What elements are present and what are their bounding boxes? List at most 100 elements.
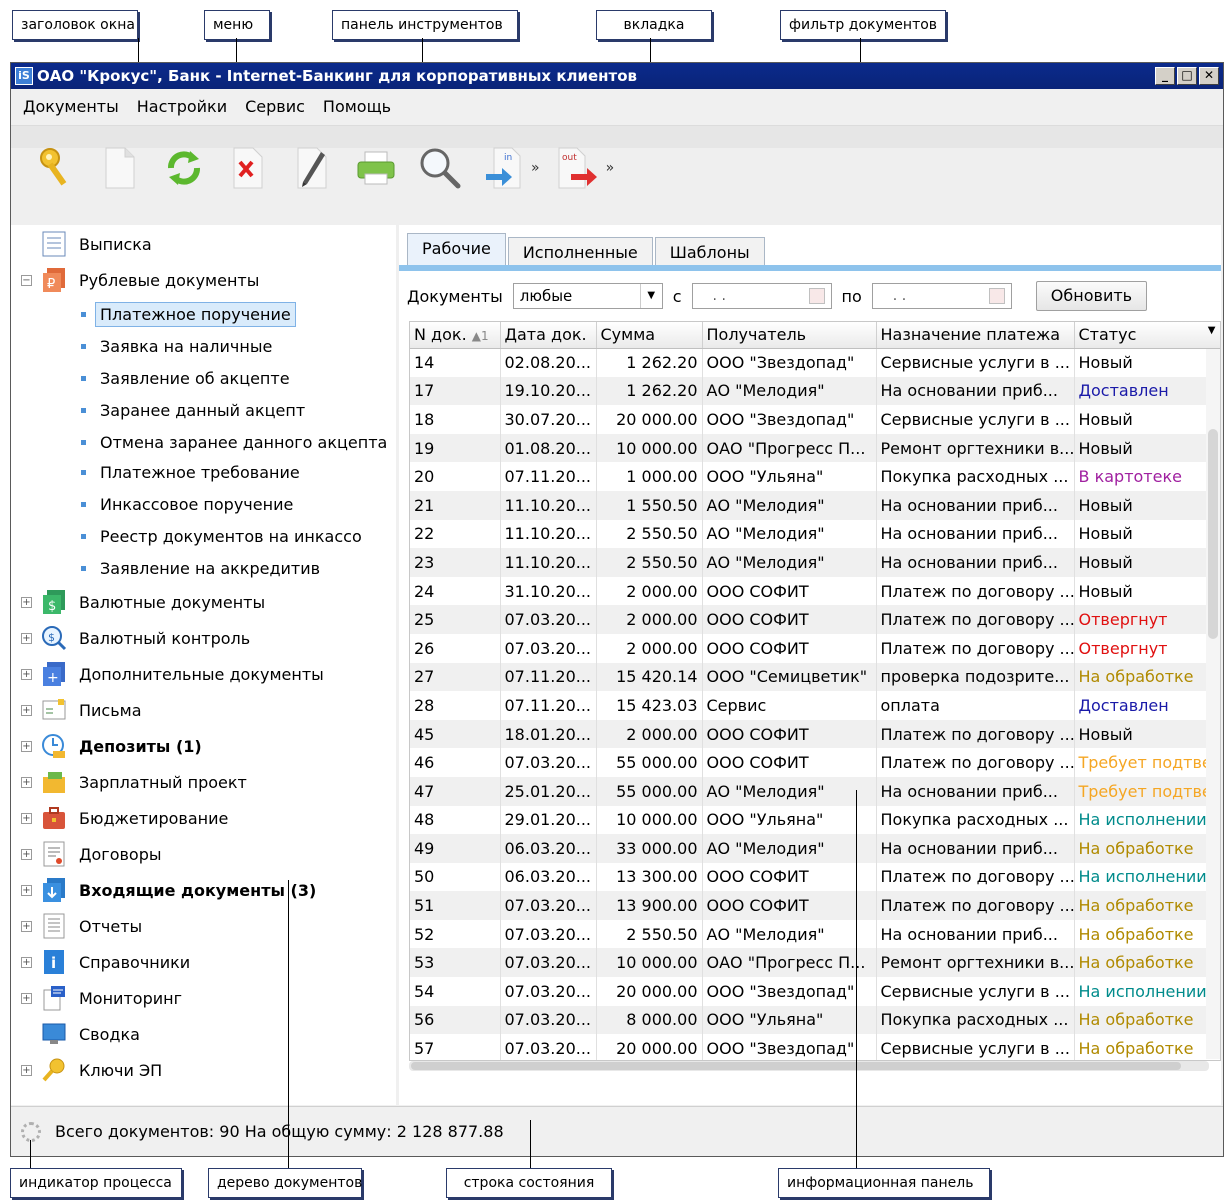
table-row[interactable]: 14 02.08.20... 1 262.20 ООО "Звездопад" Серв… [410,348,1220,377]
expand-icon[interactable]: + [21,668,32,680]
table-row[interactable]: 53 07.03.20... 10 000.00 ОАО "Прогресс П...… [410,948,1220,978]
table-row[interactable]: 52 07.03.20... 2 550.50 АО "Мелодия" На осно… [410,919,1220,949]
tree-item-payment-order[interactable]: Платежное поручение [81,299,296,329]
horizontal-scrollbar[interactable] [409,1061,1209,1071]
cell-recipient: ООО СОФИТ [702,576,877,606]
cell-sum: 20 000.00 [596,977,703,1006]
dropdown-arrow-icon[interactable]: ▼ [639,284,662,308]
date-from-field[interactable]: . . [691,283,832,309]
expand-icon[interactable]: + [21,812,32,824]
expand-icon[interactable]: + [21,884,32,896]
cell-purpose: Покупка расходных ... [876,805,1075,835]
print-icon[interactable] [351,142,401,194]
column-header-recipient[interactable]: Получатель [702,322,877,349]
column-header-purpose[interactable]: Назначение платежа [876,322,1075,349]
column-header-number[interactable]: N док. ▲1 [410,322,501,349]
menu-item-service[interactable]: Сервис [245,97,305,116]
calendar-icon[interactable] [988,288,1005,304]
reports-icon [41,913,67,939]
table-row[interactable]: 54 07.03.20... 20 000.00 ООО "Звездопад" Сер… [410,977,1220,1006]
edit-icon[interactable] [287,142,337,194]
expand-icon[interactable]: + [21,920,32,932]
key-icon[interactable] [31,142,81,194]
tree-item-collection-registry[interactable]: Реестр документов на инкассо [81,521,362,551]
import-in-icon[interactable]: in [479,142,529,194]
window-title: ОАО "Крокус", Банк - Internet-Банкинг дл… [37,67,638,85]
table-row[interactable]: 45 18.01.20... 2 000.00 ООО СОФИТ Платеж по … [410,719,1220,749]
import-more-chevron-icon[interactable]: » [531,160,540,176]
tab-bar: Рабочие Исполненные Шаблоны [407,233,767,269]
table-row[interactable]: 56 07.03.20... 8 000.00 ООО "Ульяна" Покупка… [410,1005,1220,1035]
column-header-status[interactable]: Статус ▼ [1074,322,1220,349]
expand-icon[interactable]: + [21,632,32,644]
table-row[interactable]: 26 07.03.20... 2 000.00 ООО СОФИТ Платеж по … [410,633,1220,663]
tree-item-cash-request[interactable]: Заявка на наличные [81,331,272,361]
table-row[interactable]: 27 07.11.20... 15 420.14 ООО "Семицветик" пр… [410,662,1220,692]
title-bar[interactable]: iS ОАО "Крокус", Банк - Internet-Банкинг… [11,63,1223,89]
menu-item-help[interactable]: Помощь [323,97,391,116]
expand-icon[interactable]: + [21,956,32,968]
table-row[interactable]: 24 31.10.20... 2 000.00 ООО СОФИТ Платеж по … [410,576,1220,606]
table-row[interactable]: 25 07.03.20... 2 000.00 ООО СОФИТ Платеж по … [410,605,1220,634]
expand-icon[interactable]: + [21,992,32,1004]
tab-working[interactable]: Рабочие [407,233,506,267]
collapse-icon[interactable]: − [21,274,32,286]
document-tree: Выписка − ₽ Рублевые документы Платежное… [11,225,396,1105]
table-row[interactable]: 23 11.10.20... 2 550.50 АО "Мелодия" На осно… [410,548,1220,577]
expand-icon[interactable]: + [21,740,32,752]
menu-item-settings[interactable]: Настройки [137,97,227,116]
table-row[interactable]: 17 19.10.20... 1 262.20 АО "Мелодия" На осно… [410,376,1220,406]
tree-item-payment-request[interactable]: Платежное требование [81,457,300,487]
table-row[interactable]: 57 07.03.20... 20 000.00 ООО "Звездопад" Сер… [410,1034,1220,1060]
table-row[interactable]: 19 01.08.20... 10 000.00 ОАО "Прогресс П...… [410,433,1220,463]
table-row[interactable]: 47 25.01.20... 55 000.00 АО "Мелодия" На осн… [410,776,1220,806]
cell-date: 07.03.20... [500,919,597,949]
vertical-scrollbar[interactable] [1206,349,1220,1059]
table-row[interactable]: 51 07.03.20... 13 900.00 ООО СОФИТ Платеж по… [410,891,1220,920]
table-row[interactable]: 49 06.03.20... 33 000.00 АО "Мелодия" На осн… [410,834,1220,863]
search-icon[interactable] [415,142,465,194]
expand-icon[interactable]: + [21,1064,32,1076]
cell-sum: 2 000.00 [596,605,703,634]
export-more-chevron-icon[interactable]: » [606,160,615,176]
refresh-icon[interactable] [159,142,209,194]
cell-purpose: Платеж по договору ... [876,748,1075,777]
refresh-button[interactable]: Обновить [1035,281,1148,311]
table-row[interactable]: 22 11.10.20... 2 550.50 АО "Мелодия" На осно… [410,519,1220,549]
table-row[interactable]: 48 29.01.20... 10 000.00 ООО "Ульяна" Покупк… [410,805,1220,835]
cell-sum: 1 550.50 [596,490,703,520]
tree-item-pre-acceptance[interactable]: Заранее данный акцепт [81,395,305,425]
tree-item-cancel-acceptance[interactable]: Отмена заранее данного акцепта [81,427,387,457]
tree-item-collection-order[interactable]: Инкассовое поручение [81,489,293,519]
date-to-field[interactable]: . . [871,283,1012,309]
table-row[interactable]: 21 11.10.20... 1 550.50 АО "Мелодия" На осно… [410,490,1220,520]
tree-item-letter-of-credit[interactable]: Заявление на аккредитив [81,553,320,583]
table-row[interactable]: 46 07.03.20... 55 000.00 ООО СОФИТ Платеж по… [410,748,1220,777]
column-header-sum[interactable]: Сумма [596,322,703,349]
new-document-icon[interactable] [95,142,145,194]
maximize-button[interactable]: □ [1177,67,1197,85]
menu-item-documents[interactable]: Документы [23,97,119,116]
document-type-select[interactable]: любые ▼ [512,283,663,309]
column-header-date[interactable]: Дата док. [500,322,597,349]
calendar-icon[interactable] [808,288,825,304]
tree-item-acceptance-statement[interactable]: Заявление об акцепте [81,363,290,393]
column-menu-icon: ▼ [1207,325,1216,337]
delete-icon[interactable] [223,142,273,194]
close-button[interactable]: ✕ [1199,67,1219,85]
expand-icon[interactable]: + [21,596,32,608]
callout-statusbar: строка состояния [446,1168,612,1198]
minimize-button[interactable]: _ [1155,67,1175,85]
expand-icon[interactable]: + [21,776,32,788]
table-row[interactable]: 20 07.11.20... 1 000.00 ООО "Ульяна" Покупка… [410,462,1220,491]
export-out-icon[interactable]: out [554,142,604,194]
cell-status: Новый [1074,548,1220,577]
table-row[interactable]: 28 07.11.20... 15 423.03 Сервис оплата Достав… [410,691,1220,720]
cell-sum: 2 550.50 [596,519,703,549]
table-row[interactable]: 50 06.03.20... 13 300.00 ООО СОФИТ Платеж по… [410,862,1220,892]
cell-status: Новый [1074,405,1220,434]
expand-icon[interactable]: + [21,848,32,860]
expand-icon[interactable]: + [21,704,32,716]
table-row[interactable]: 18 30.07.20... 20 000.00 ООО "Звездопад" Сер… [410,405,1220,434]
cell-number: 54 [410,977,501,1006]
